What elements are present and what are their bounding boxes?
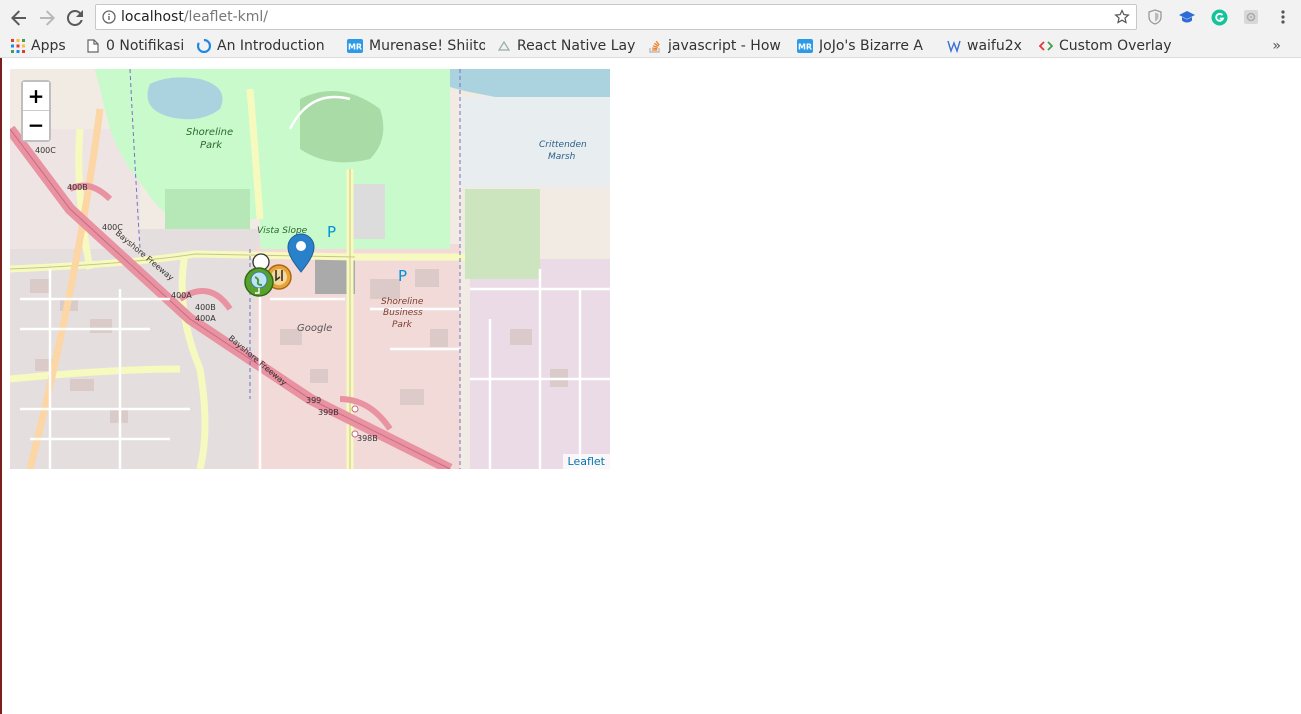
url-host: localhost xyxy=(121,9,184,25)
shield-extension[interactable] xyxy=(1146,8,1164,26)
bookmark-react-native[interactable]: React Native Lay xyxy=(497,37,635,55)
bookmark-label: JoJo's Bizarre A xyxy=(819,38,924,54)
gear-icon xyxy=(1244,10,1258,24)
gear-extension[interactable] xyxy=(1242,8,1260,26)
react-icon xyxy=(497,39,511,53)
zoom-control: + − xyxy=(21,80,51,142)
bookmark-javascript-how[interactable]: javascript - How xyxy=(648,37,782,55)
mr-icon: MR xyxy=(797,39,813,53)
back-button[interactable] xyxy=(8,7,30,29)
reload-button[interactable] xyxy=(64,7,86,29)
bookmark-label: Custom Overlay xyxy=(1059,38,1172,54)
bookmarks-bar: Apps 0 Notifikasi An Introduction MR Mur… xyxy=(0,34,1301,58)
browser-toolbar: localhost/leaflet-kml/ xyxy=(0,0,1301,34)
bookmark-label: Murenase! Shiito xyxy=(369,38,485,54)
bookmark-an-introduction[interactable]: An Introduction xyxy=(197,37,331,55)
map-pin-marker[interactable] xyxy=(287,233,315,273)
window-edge xyxy=(0,58,2,714)
bookmark-label: javascript - How xyxy=(668,38,781,54)
bookmark-label: An Introduction xyxy=(217,38,325,54)
bookmark-murenase[interactable]: MR Murenase! Shiito xyxy=(347,37,485,55)
address-bar[interactable]: localhost/leaflet-kml/ xyxy=(95,4,1137,30)
bookmarks-overflow-button[interactable]: » xyxy=(1272,38,1281,54)
bookmark-jojo[interactable]: MR JoJo's Bizarre A xyxy=(797,37,935,55)
document-icon xyxy=(86,39,100,53)
zoom-in-button[interactable]: + xyxy=(23,82,49,111)
bookmark-label: React Native Lay xyxy=(517,38,635,54)
bookmark-notifikasi[interactable]: 0 Notifikasi xyxy=(86,37,188,55)
shield-icon xyxy=(1148,9,1162,25)
grammarly-icon xyxy=(1211,9,1227,25)
leaflet-map[interactable]: P P Shoreline Park Crittenden Marsh Vist… xyxy=(10,69,610,469)
map-attribution-link[interactable]: Leaflet xyxy=(562,454,610,469)
arrow-right-icon xyxy=(40,10,55,26)
bookmark-label: Apps xyxy=(31,38,66,54)
bookmark-custom-overlay[interactable]: Custom Overlay xyxy=(1039,37,1177,55)
graduation-extension[interactable] xyxy=(1178,8,1196,26)
url-path: /leaflet-kml/ xyxy=(183,9,268,25)
zoom-out-button[interactable]: − xyxy=(23,111,49,140)
arrow-left-icon xyxy=(11,10,26,26)
apps-grid-icon xyxy=(11,39,25,53)
mr-icon: MR xyxy=(347,39,363,53)
w-icon xyxy=(947,39,961,53)
bookmark-apps[interactable]: Apps xyxy=(11,37,79,55)
green-globe-marker[interactable] xyxy=(244,267,274,297)
code-icon xyxy=(1039,39,1053,53)
bookmark-star-icon[interactable] xyxy=(1114,9,1130,25)
reload-icon xyxy=(66,9,83,26)
graduation-cap-icon xyxy=(1179,11,1195,23)
forward-button[interactable] xyxy=(36,7,58,29)
bookmark-waifu2x[interactable]: waifu2x xyxy=(947,37,1031,55)
kebab-menu-icon xyxy=(1281,10,1285,24)
svg-text:MR: MR xyxy=(798,43,812,52)
bookmark-label: waifu2x xyxy=(967,38,1022,54)
browser-menu-button[interactable] xyxy=(1274,8,1292,26)
grammarly-extension[interactable] xyxy=(1210,8,1228,26)
info-icon[interactable] xyxy=(102,10,116,24)
kml-markers xyxy=(244,233,315,297)
svg-text:MR: MR xyxy=(348,43,362,52)
stackoverflow-icon xyxy=(648,39,662,53)
leaflet-icon xyxy=(197,39,211,53)
bookmark-label: 0 Notifikasi xyxy=(106,38,185,54)
url-text[interactable]: localhost/leaflet-kml/ xyxy=(121,9,268,25)
